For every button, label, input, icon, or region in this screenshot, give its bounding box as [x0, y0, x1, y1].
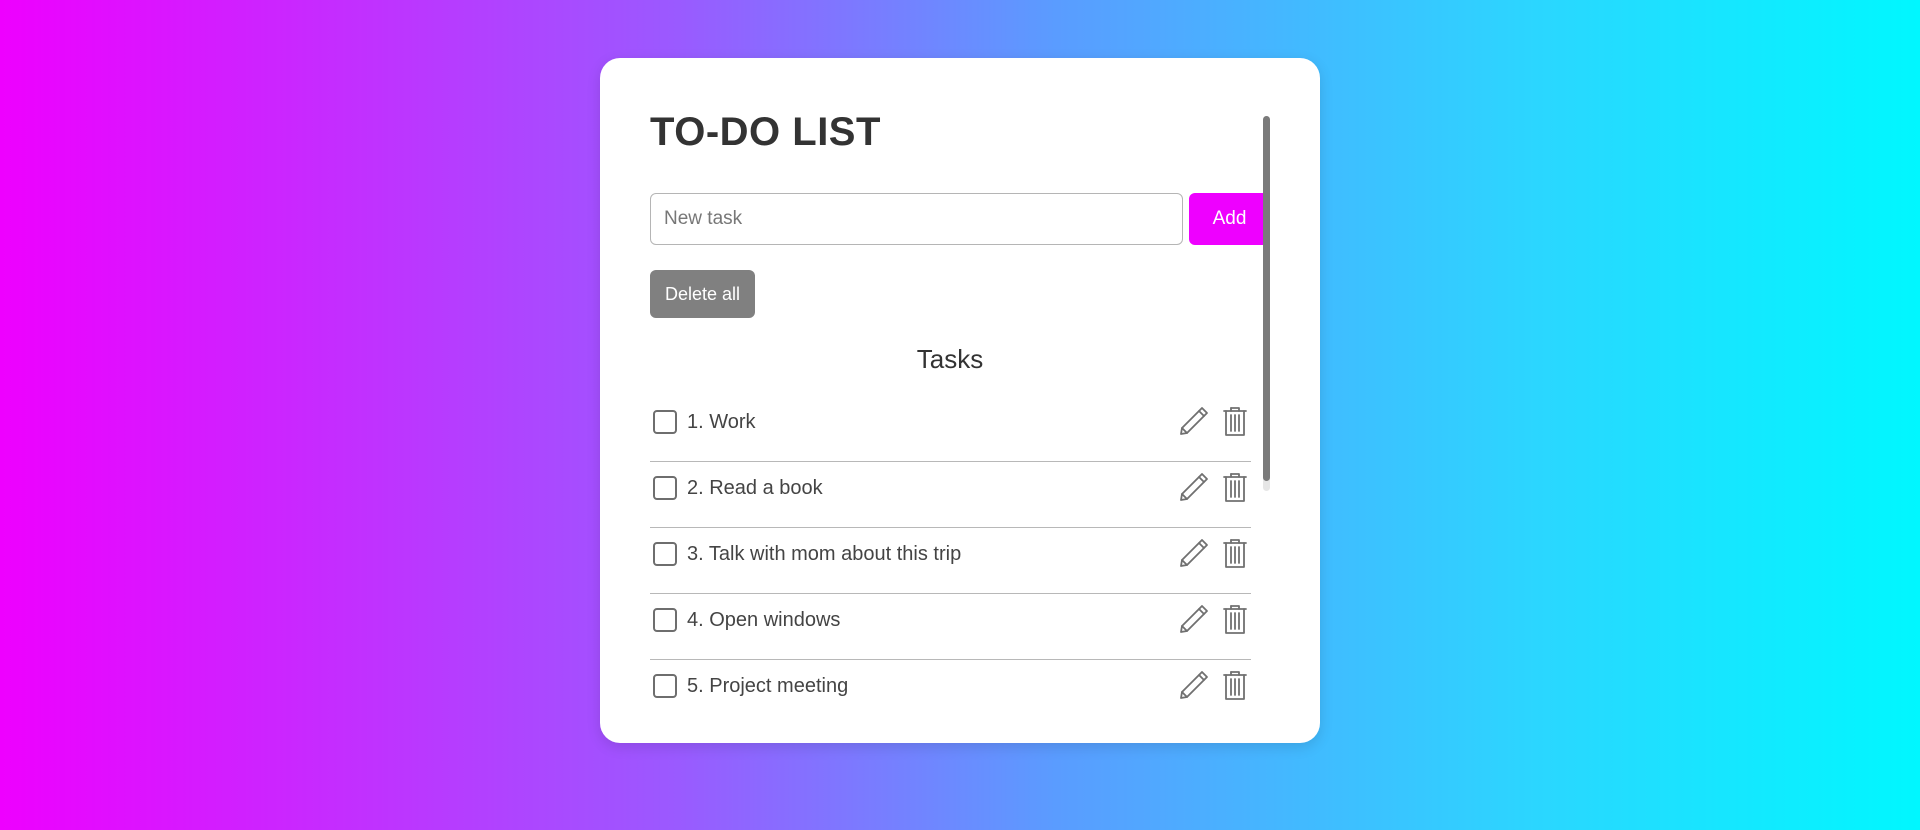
- trash-icon[interactable]: [1223, 603, 1247, 635]
- pencil-icon[interactable]: [1178, 537, 1210, 569]
- scrollbar-thumb[interactable]: [1263, 116, 1270, 481]
- task-item: 1. Work: [650, 396, 1251, 462]
- pencil-icon[interactable]: [1178, 603, 1210, 635]
- page-title: TO-DO LIST: [650, 110, 881, 154]
- task-list-scrollbar[interactable]: [1263, 116, 1270, 491]
- pencil-icon[interactable]: [1178, 669, 1210, 701]
- task-label: 3. Talk with mom about this trip: [687, 543, 962, 565]
- task-label: 1. Work: [687, 411, 756, 433]
- task-item: 3. Talk with mom about this trip: [650, 528, 1251, 594]
- add-button[interactable]: Add: [1189, 193, 1270, 245]
- task-label: 4. Open windows: [687, 609, 841, 631]
- task-checkbox[interactable]: [653, 410, 677, 434]
- task-checkbox[interactable]: [653, 542, 677, 566]
- task-checkbox[interactable]: [653, 674, 677, 698]
- task-checkbox[interactable]: [653, 608, 677, 632]
- tasks-panel: Tasks 1. Work 2. Read a book 3. Talk wit…: [650, 328, 1270, 714]
- task-item: 4. Open windows: [650, 594, 1251, 660]
- pencil-icon[interactable]: [1178, 405, 1210, 437]
- task-item: 2. Read a book: [650, 462, 1251, 528]
- task-checkbox[interactable]: [653, 476, 677, 500]
- tasks-heading: Tasks: [916, 344, 984, 374]
- pencil-icon[interactable]: [1178, 471, 1210, 503]
- new-task-input[interactable]: [650, 193, 1183, 245]
- task-list: 1. Work 2. Read a book 3. Talk with mom …: [650, 396, 1251, 726]
- trash-icon[interactable]: [1223, 471, 1247, 503]
- trash-icon[interactable]: [1223, 405, 1247, 437]
- task-item: 5. Project meeting: [650, 660, 1251, 726]
- delete-all-button[interactable]: Delete all: [650, 270, 755, 318]
- task-label: 2. Read a book: [687, 477, 823, 499]
- todo-card: TO-DO LIST Add Delete all Tasks 1. Work: [600, 58, 1320, 743]
- task-label: 5. Project meeting: [687, 675, 849, 697]
- trash-icon[interactable]: [1223, 669, 1247, 701]
- trash-icon[interactable]: [1223, 537, 1247, 569]
